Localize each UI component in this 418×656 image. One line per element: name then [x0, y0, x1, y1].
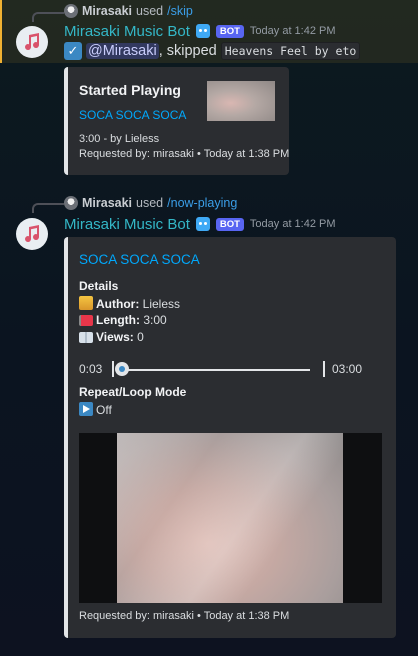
reply-context[interactable]: Mirasaki used /now-playing	[64, 192, 237, 214]
bot-badge: BOT	[215, 24, 244, 38]
repeat-value: Off	[96, 403, 112, 417]
reply-used-text: used	[136, 196, 164, 210]
check-icon: ✓	[64, 42, 82, 60]
length-row: Length: 3:00	[79, 313, 167, 327]
views-label: Views:	[96, 330, 134, 344]
repeat-row: Off	[79, 402, 112, 417]
author-row: Author: Lieless	[79, 296, 180, 311]
length-value: 3:00	[143, 313, 167, 327]
track-link[interactable]: SOCA SOCA SOCA	[79, 252, 200, 267]
bot-name[interactable]: Mirasaki Music Bot	[64, 216, 190, 233]
reply-context[interactable]: Mirasaki used /skip	[64, 0, 193, 22]
book-icon	[79, 332, 93, 343]
track-code: Heavens Feel by eto	[220, 42, 361, 60]
user-mention[interactable]: @Mirasaki	[86, 43, 159, 59]
reply-connector	[32, 12, 64, 22]
content-text: , skipped	[158, 43, 217, 59]
progress-track[interactable]	[122, 369, 310, 371]
message-header: Mirasaki Music Bot BOT Today at 1:42 PM	[64, 214, 336, 234]
now-playing-embed: SOCA SOCA SOCA Details Author: Lieless L…	[64, 237, 396, 638]
views-row: Views: 0	[79, 330, 144, 344]
progress-bar-start	[112, 361, 114, 377]
flag-icon	[79, 315, 93, 326]
message-skip: Mirasaki used /skip Mirasaki Music Bot B…	[0, 0, 418, 63]
author-value: Lieless	[142, 297, 181, 311]
timestamp[interactable]: Today at 1:42 PM	[250, 218, 336, 230]
length-label: Length:	[96, 313, 140, 327]
reply-used-text: used	[136, 4, 164, 18]
track-thumbnail[interactable]	[207, 81, 275, 121]
reply-username[interactable]: Mirasaki	[82, 196, 132, 210]
timestamp[interactable]: Today at 1:42 PM	[250, 25, 336, 37]
track-image-frame	[117, 433, 343, 603]
message-header: Mirasaki Music Bot BOT Today at 1:42 PM	[64, 21, 336, 41]
reply-command[interactable]: /now-playing	[167, 196, 237, 210]
repeat-heading: Repeat/Loop Mode	[79, 385, 187, 399]
progress-total: 03:00	[332, 362, 363, 376]
duration-line: 3:00 - by Lieless	[79, 133, 160, 145]
robot-icon	[195, 217, 210, 231]
track-image[interactable]	[79, 433, 382, 603]
music-note-avatar-icon	[25, 225, 40, 243]
reply-connector	[32, 203, 64, 213]
progress-bar-end	[323, 361, 325, 377]
views-value: 0	[137, 330, 144, 344]
crown-icon	[79, 296, 93, 310]
reply-command[interactable]: /skip	[167, 4, 193, 18]
reply-username[interactable]: Mirasaki	[82, 4, 132, 18]
embed-footer: Requested by: mirasaki • Today at 1:38 P…	[79, 148, 290, 160]
robot-icon	[195, 24, 210, 38]
bot-name[interactable]: Mirasaki Music Bot	[64, 23, 190, 40]
started-playing-embed: Started Playing SOCA SOCA SOCA 3:00 - by…	[64, 67, 289, 175]
music-note-avatar-icon	[25, 33, 40, 51]
message-content: ✓ @Mirasaki, skipped Heavens Feel by eto	[64, 40, 361, 62]
user-avatar-icon[interactable]	[64, 196, 78, 210]
progress-knob[interactable]	[115, 362, 130, 376]
user-avatar-icon[interactable]	[64, 4, 78, 18]
bot-avatar[interactable]	[16, 218, 48, 250]
progress-current: 0:03	[79, 362, 103, 376]
details-heading: Details	[79, 279, 119, 293]
embed-title: Started Playing	[79, 82, 181, 98]
bot-avatar[interactable]	[16, 26, 48, 58]
bot-badge: BOT	[215, 217, 244, 231]
message-now-playing: Mirasaki used /now-playing Mirasaki Musi…	[0, 190, 418, 250]
track-link[interactable]: SOCA SOCA SOCA	[79, 108, 186, 122]
embed-footer: Requested by: mirasaki • Today at 1:38 P…	[79, 610, 290, 622]
author-label: Author:	[96, 297, 140, 311]
play-icon	[79, 402, 93, 416]
